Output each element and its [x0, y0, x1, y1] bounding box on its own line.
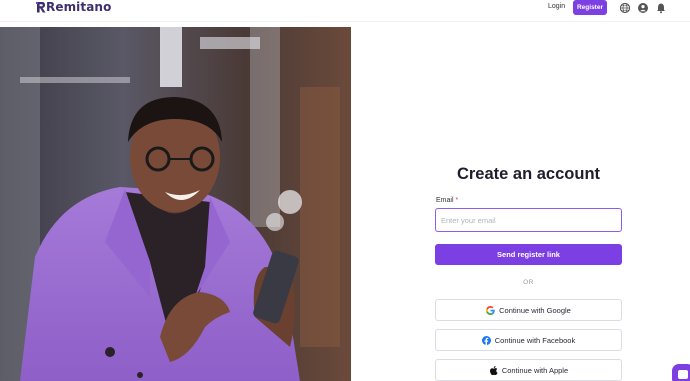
register-panel: Create an account Email * Send register …	[351, 22, 690, 381]
email-label: Email *	[436, 197, 458, 205]
login-link[interactable]: Login	[548, 3, 565, 11]
required-marker: *	[455, 197, 459, 204]
continue-with-apple-button[interactable]: Continue with Apple	[435, 359, 622, 381]
chat-icon	[678, 370, 688, 379]
user-avatar-icon[interactable]	[637, 1, 649, 13]
bell-icon[interactable]	[655, 1, 667, 14]
apple-icon	[489, 365, 498, 375]
continue-with-google-button[interactable]: Continue with Google	[435, 299, 622, 321]
send-register-link-button[interactable]: Send register link	[435, 244, 622, 265]
register-button[interactable]: Register	[573, 0, 607, 15]
facebook-icon	[481, 335, 491, 345]
logo-mark-icon	[36, 0, 46, 14]
logo-text: Remitano	[46, 0, 112, 14]
page-title: Create an account	[456, 165, 601, 183]
chat-widget-button[interactable]	[672, 364, 690, 381]
continue-with-facebook-button[interactable]: Continue with Facebook	[435, 329, 622, 351]
remitano-logo[interactable]: Remitano	[36, 0, 111, 14]
google-button-label: Continue with Google	[499, 305, 571, 315]
email-label-text: Email	[436, 197, 454, 204]
email-input[interactable]	[435, 208, 622, 232]
globe-icon[interactable]	[619, 1, 631, 14]
or-divider: OR	[523, 279, 534, 286]
facebook-button-label: Continue with Facebook	[494, 335, 576, 345]
top-header: Remitano Login Register	[0, 0, 690, 22]
google-icon	[486, 305, 495, 315]
apple-button-label: Continue with Apple	[501, 365, 569, 375]
hero-image	[0, 27, 351, 381]
